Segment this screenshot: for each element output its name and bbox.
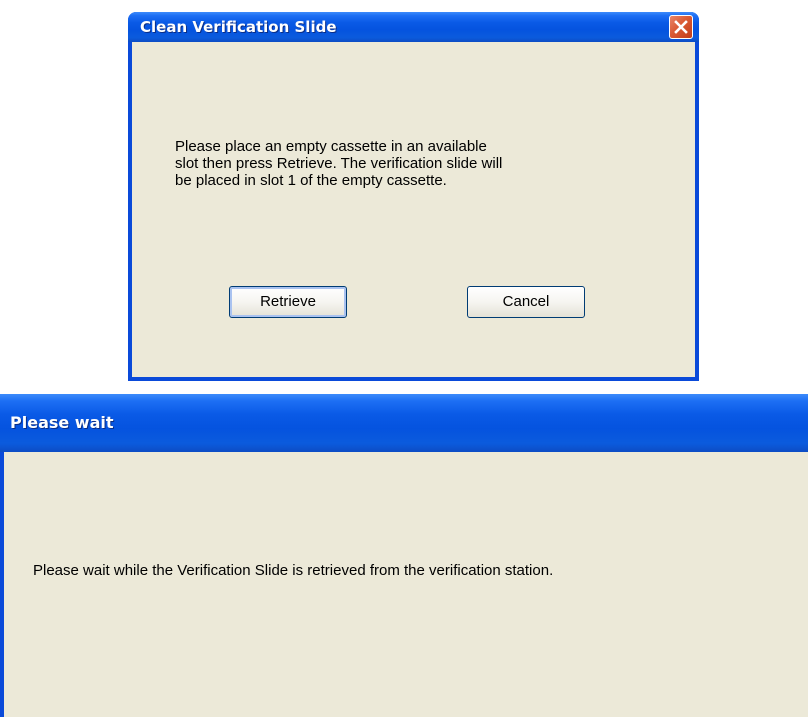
dialog-titlebar[interactable]: Clean Verification Slide	[128, 12, 699, 42]
wait-dialog-titlebar[interactable]: Please wait	[0, 394, 808, 452]
dialog-message: Please place an empty cassette in an ava…	[175, 138, 502, 189]
retrieve-button[interactable]: Retrieve	[229, 286, 347, 318]
wait-dialog-client-area: Please wait while the Verification Slide…	[4, 452, 808, 717]
dialog-title: Clean Verification Slide	[140, 18, 337, 36]
dialog-client-area: Please place an empty cassette in an ava…	[132, 42, 695, 377]
wait-message: Please wait while the Verification Slide…	[33, 562, 554, 579]
message-line-1: Please place an empty cassette in an ava…	[175, 138, 487, 155]
close-icon	[674, 20, 688, 34]
message-line-2: slot then press Retrieve. The verificati…	[175, 155, 503, 172]
close-button[interactable]	[669, 15, 693, 39]
please-wait-dialog: Please wait Please wait while the Verifi…	[0, 394, 808, 717]
screenshot-stage: Clean Verification Slide Please place an…	[0, 0, 808, 717]
cancel-button[interactable]: Cancel	[467, 286, 585, 318]
clean-verification-slide-dialog: Clean Verification Slide Please place an…	[128, 12, 699, 381]
wait-dialog-title: Please wait	[10, 413, 114, 432]
message-line-3: be placed in slot 1 of the empty cassett…	[175, 172, 447, 189]
